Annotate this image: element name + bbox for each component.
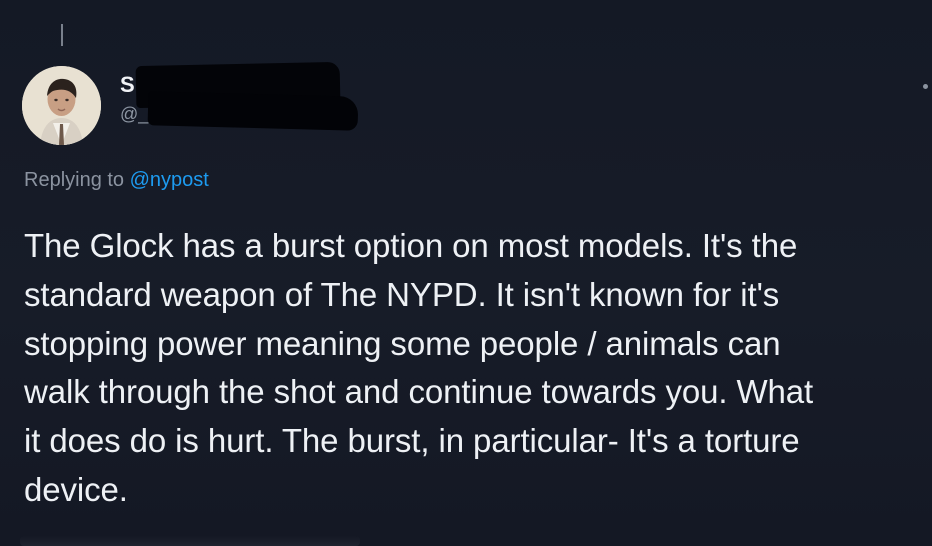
avatar[interactable] <box>22 66 101 145</box>
more-options-icon[interactable] <box>923 84 928 89</box>
replying-to-label: Replying to <box>24 169 130 191</box>
replying-to-mention-link[interactable]: @nypost <box>130 169 209 191</box>
tweet-body-text: The Glock has a burst option on most mod… <box>24 227 814 508</box>
username-visible-text: @_ <box>120 104 149 124</box>
reply-tweet: S @_ Replying to @nypost The Glock has a… <box>0 0 932 546</box>
cropped-metadata-row <box>20 536 360 546</box>
screenshot-page: S @_ Replying to @nypost The Glock has a… <box>0 0 932 546</box>
username-redaction <box>147 91 359 131</box>
username-line[interactable]: @_ <box>120 91 359 131</box>
avatar-photo-icon <box>22 66 101 145</box>
display-name-visible-text: S <box>120 72 135 97</box>
replying-to-line: Replying to @nypost <box>24 166 209 194</box>
